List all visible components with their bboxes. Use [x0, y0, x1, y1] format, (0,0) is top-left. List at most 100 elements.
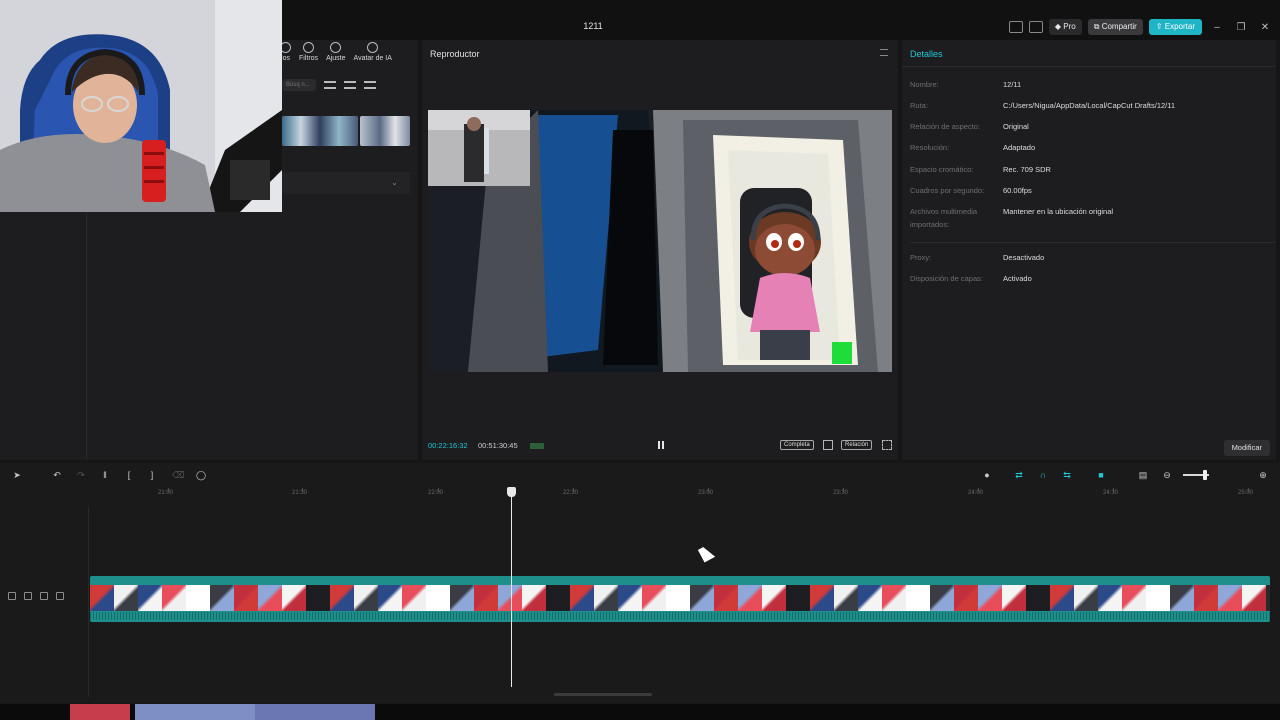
sort-icon[interactable] [344, 81, 356, 89]
export-label: Exportar [1164, 22, 1195, 31]
clip-frame [354, 585, 378, 611]
media-tabs: los Filtros Ajuste Avatar de IA [280, 42, 392, 62]
clip-frame [450, 585, 474, 611]
export-icon: ⇧ [1155, 22, 1163, 31]
player-title: Reproductor [430, 49, 480, 59]
chevron-down-icon: ⌄ [391, 178, 398, 187]
fullscreen-icon[interactable] [882, 440, 892, 450]
detail-label: Disposición de capas: [910, 274, 983, 283]
clip-frame [474, 585, 498, 611]
ruler-label: 21:30 [292, 490, 308, 496]
detail-label: Ruta: [910, 101, 928, 110]
modify-button[interactable]: Modificar [1223, 440, 1270, 456]
clip-frame [714, 585, 738, 611]
link-icon[interactable]: ⇄ [1014, 470, 1024, 480]
lock-icon[interactable] [24, 592, 32, 600]
clip-frame [306, 585, 330, 611]
layout-icon[interactable] [1008, 21, 1023, 33]
clip-frame [834, 585, 858, 611]
trim-left-icon[interactable]: [ [124, 470, 134, 480]
clip-filmstrip [90, 585, 1270, 611]
clip-frame [1098, 585, 1122, 611]
clip-frame [1074, 585, 1098, 611]
playhead[interactable] [511, 495, 512, 687]
export-button[interactable]: ⇧ Exportar [1148, 19, 1202, 35]
clip-frame [546, 585, 570, 611]
restore-icon[interactable]: ❐ [1232, 22, 1250, 33]
clip-frame [570, 585, 594, 611]
select-tool-icon[interactable]: ➤ [12, 470, 22, 480]
ruler-label: 24:00 [968, 490, 984, 496]
preview-axis-icon[interactable]: ■ [1096, 470, 1106, 480]
zoom-slider-handle[interactable] [1203, 470, 1207, 480]
divider [902, 66, 1276, 67]
snap-icon[interactable]: ⇆ [1062, 470, 1072, 480]
clip-frame [114, 585, 138, 611]
time-ruler[interactable]: 21:00 21:30 22:00 22:30 23:00 23:30 24:0… [0, 487, 1280, 501]
media-thumbnail[interactable] [360, 116, 410, 146]
microphone-icon[interactable]: ● [982, 470, 992, 480]
media-toolbar: Búsq n... [282, 78, 412, 92]
snapshot-icon[interactable] [823, 440, 833, 450]
tab-ai-avatar[interactable]: Avatar de IA [354, 42, 392, 62]
undo-icon[interactable]: ↶ [52, 470, 62, 480]
tab-adjust[interactable]: Ajuste [326, 42, 346, 62]
filter-icon[interactable] [364, 81, 376, 89]
delete-icon[interactable]: ⌫ [172, 470, 185, 480]
complete-button[interactable]: Completa [780, 440, 814, 450]
clip-frame [138, 585, 162, 611]
cover-icon[interactable] [8, 592, 16, 600]
clip-frame [786, 585, 810, 611]
clip-frame [642, 585, 666, 611]
webcam-person-image [0, 0, 282, 212]
filters-icon [303, 42, 315, 53]
close-icon[interactable]: ✕ [1256, 22, 1274, 33]
clip-frame [810, 585, 834, 611]
trim-right-icon[interactable]: ] [147, 470, 157, 480]
tab-label: los [281, 55, 290, 62]
detail-value: Original [1003, 122, 1029, 131]
ratio-button[interactable]: Relación [841, 440, 873, 450]
clip-frame [954, 585, 978, 611]
video-preview[interactable] [428, 110, 892, 372]
detail-label: Proxy: [910, 253, 932, 262]
eye-icon[interactable] [40, 592, 48, 600]
detail-label: Espacio cromático: [910, 165, 974, 174]
clip-frame [1122, 585, 1146, 611]
menu-icon[interactable] [880, 49, 888, 56]
timeline-scrollbar[interactable] [554, 693, 652, 696]
current-time: 00:22:16:32 [428, 441, 468, 450]
media-dropdown[interactable]: ⌄ [282, 172, 410, 194]
ai-avatar-icon [367, 42, 379, 53]
track-header [8, 592, 64, 600]
ruler-label: 23:00 [698, 490, 714, 496]
detail-value: Mantener en la ubicación original [1003, 207, 1114, 216]
media-thumbnails [282, 116, 410, 146]
marker-icon[interactable]: ◯ [196, 470, 206, 480]
pause-icon[interactable] [656, 440, 666, 450]
share-button[interactable]: ⧉ Compartir [1087, 19, 1143, 35]
minimize-icon[interactable]: – [1208, 22, 1226, 33]
tab-label: Ajuste [326, 55, 346, 62]
details-title: Detalles [910, 49, 943, 59]
audio-icon[interactable] [56, 592, 64, 600]
clip-frame [234, 585, 258, 611]
zoom-out-icon[interactable]: ⊖ [1162, 470, 1172, 480]
list-view-icon[interactable] [324, 81, 336, 89]
zoom-in-icon[interactable]: ⊕ [1258, 470, 1268, 480]
split-icon[interactable]: ‖ [100, 470, 110, 480]
redo-icon[interactable]: ↷ [76, 470, 86, 480]
ruler-label: 25:00 [1238, 490, 1254, 496]
tab-label: Avatar de IA [353, 55, 392, 62]
divider [910, 242, 1276, 243]
media-search-input[interactable]: Búsq n... [282, 79, 316, 91]
caption-icon[interactable]: ▤ [1138, 470, 1148, 480]
keyboard-icon[interactable] [1028, 21, 1043, 33]
magnet-icon[interactable]: ∩ [1038, 470, 1048, 480]
video-clip[interactable] [90, 576, 1270, 622]
pro-button[interactable]: ◆ Pro [1048, 19, 1082, 35]
share-label: Compartir [1101, 22, 1137, 31]
media-thumbnail[interactable] [282, 116, 358, 146]
tab-filters[interactable]: Filtros [299, 42, 318, 62]
clip-frame [426, 585, 450, 611]
